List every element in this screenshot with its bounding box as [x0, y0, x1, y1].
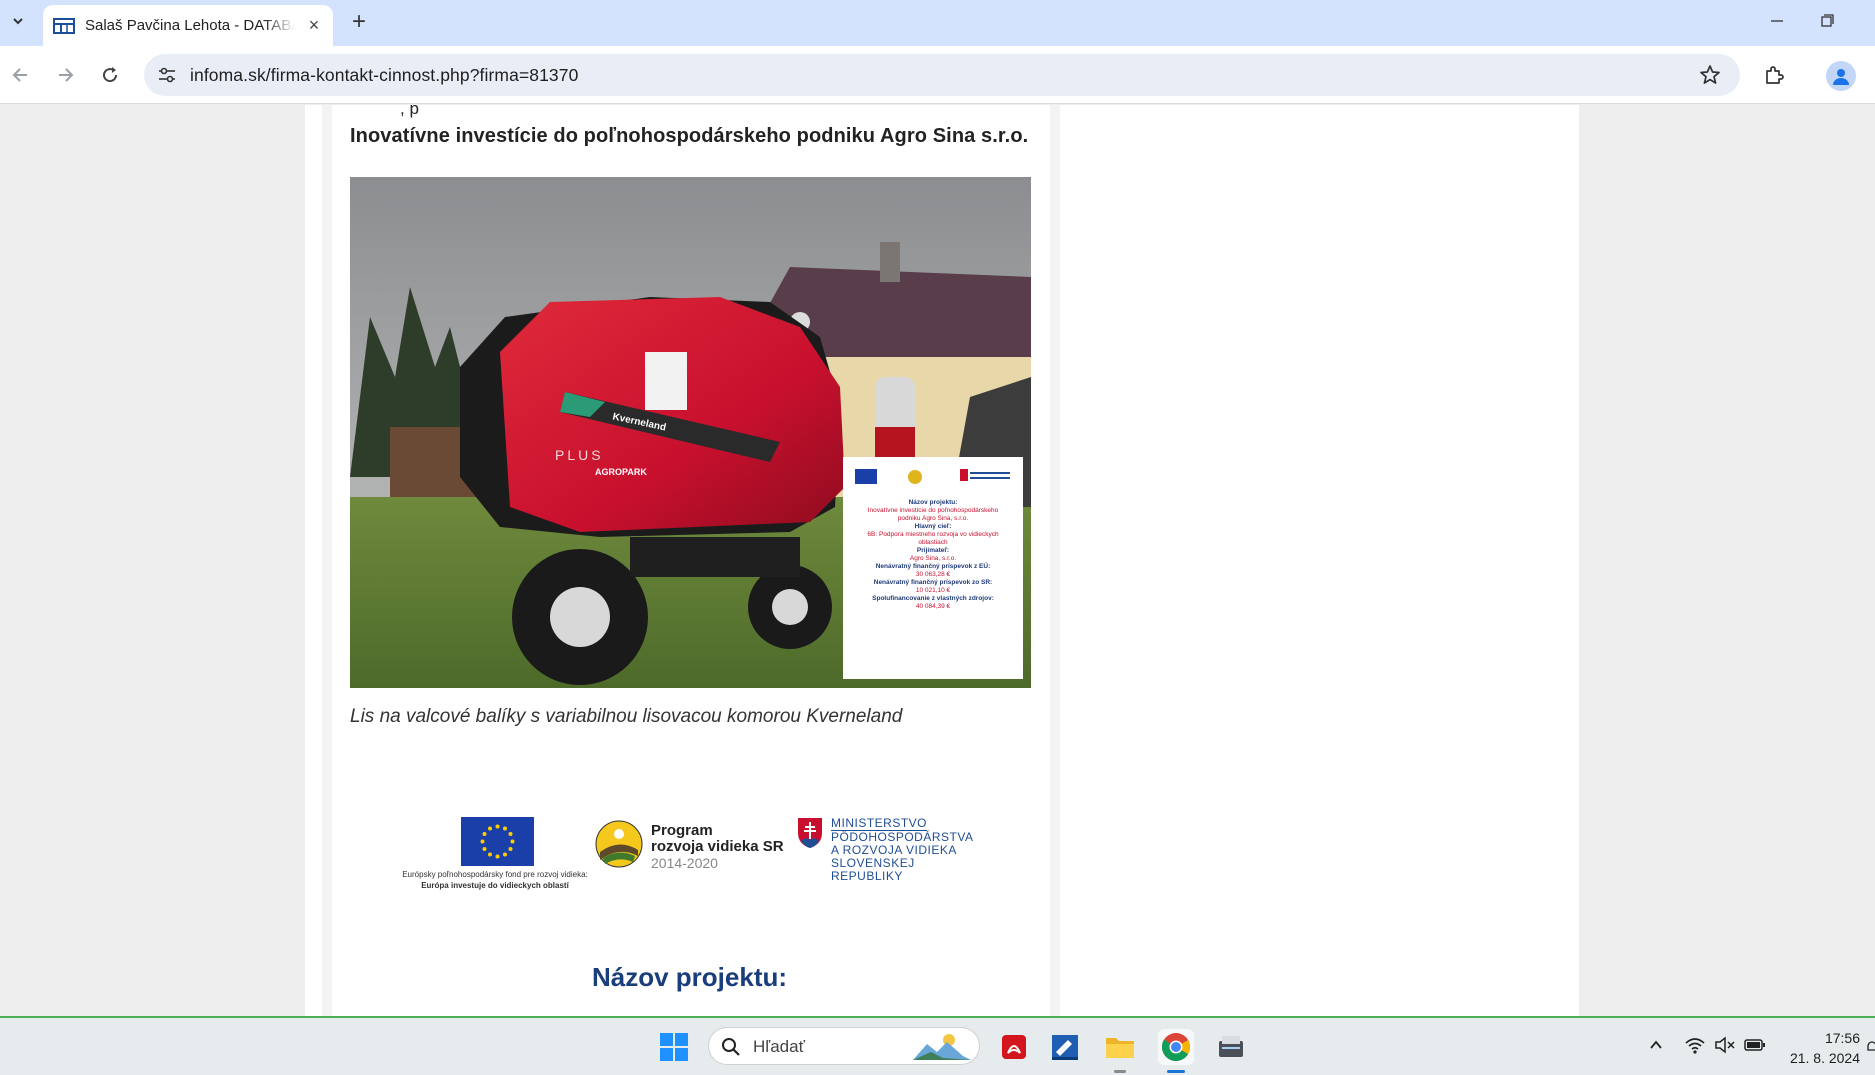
clock[interactable]: 17:56 21. 8. 2024: [1780, 1028, 1860, 1068]
reload-button[interactable]: [97, 62, 123, 88]
ministry-line4: SLOVENSKEJ REPUBLIKY: [831, 856, 915, 883]
eu-fund-line1: Európsky poľnohospodársky fond pre rozvo…: [402, 870, 588, 879]
running-indicator: [1114, 1070, 1126, 1073]
machine-model-label: PLUS: [555, 447, 604, 463]
clock-time: 17:56: [1824, 1030, 1860, 1046]
eu-fund-text: Európsky poľnohospodársky fond pre rozvo…: [400, 869, 590, 891]
pdf-reader-icon: [1002, 1035, 1026, 1059]
poster-sr-label: Nenávratný finančný príspevok zo SR:: [873, 579, 993, 586]
back-button[interactable]: [8, 62, 34, 88]
rural-program-text: Program rozvoja vidieka SR 2014-2020: [651, 822, 784, 872]
address-bar[interactable]: infoma.sk/firma-kontakt-cinnost.php?firm…: [144, 54, 1740, 96]
clock-date: 21. 8. 2024: [1789, 1050, 1860, 1066]
profile-button[interactable]: [1826, 61, 1856, 91]
wifi-icon[interactable]: [1684, 1035, 1706, 1055]
forward-button[interactable]: [52, 62, 78, 88]
photo-caption: Lis na valcové balíky s variabilnou liso…: [350, 706, 903, 727]
eu-flag-icon: [461, 817, 534, 866]
chevron-down-icon: [13, 18, 23, 25]
previous-text-fragment: , p: [400, 105, 419, 118]
database-favicon-icon: [53, 17, 75, 34]
funding-logos: Európsky poľnohospodársky fond pre rozvo…: [380, 805, 980, 915]
article-title: Inovatívne investície do poľnohospodársk…: [350, 125, 1029, 147]
ministry-text: MINISTERSTVO PÔDOHOSPODÁRSTVA A ROZVOJA …: [831, 817, 980, 883]
url-text[interactable]: infoma.sk/firma-kontakt-cinnost.php?firm…: [190, 65, 578, 86]
ministry-line1: MINISTERSTVO: [831, 816, 928, 831]
arrow-right-icon: [59, 68, 74, 82]
taskbar-search-placeholder: Hľadať: [753, 1037, 805, 1056]
document-app-icon: [1052, 1035, 1078, 1060]
site-info-button[interactable]: [154, 63, 180, 87]
rural-program-logo-icon: [595, 820, 643, 868]
star-icon[interactable]: [1698, 63, 1722, 87]
taskbar-scanner[interactable]: [1213, 1029, 1249, 1065]
rural-program-years: 2014-2020: [651, 855, 718, 871]
scanner-icon: [1219, 1036, 1243, 1057]
reload-icon: [103, 67, 118, 83]
poster-recipient-value: Agro Sina, s.r.o.: [909, 555, 957, 562]
project-poster: Názov projektu: Inovatívne investície do…: [843, 499, 1023, 611]
extensions-icon[interactable]: [1762, 63, 1786, 87]
search-highlight-icon: [913, 1034, 971, 1060]
eu-fund-line2: Európa investuje do vidieckych oblastí: [421, 881, 569, 890]
rural-program-line2: rozvoja vidieka SR: [651, 838, 784, 855]
slovak-coat-of-arms-icon: [798, 818, 822, 848]
dealer-label: AGROPARK: [595, 467, 647, 477]
baler-photo: Kverneland PLUS AGROPARK Názov projektu:…: [350, 177, 1031, 688]
active-indicator: [1167, 1070, 1185, 1073]
tray-chevron-up-icon[interactable]: [1647, 1036, 1665, 1054]
minimize-icon[interactable]: [1762, 10, 1792, 32]
taskbar-file-explorer[interactable]: [1102, 1029, 1138, 1073]
poster-name-label: Názov projektu:: [908, 499, 958, 506]
folder-icon: [1106, 1038, 1134, 1058]
poster-own-value: 40 084,39 €: [915, 603, 951, 610]
rural-program-line1: Program: [651, 822, 713, 839]
taskbar-editor[interactable]: [1047, 1029, 1083, 1065]
battery-icon[interactable]: [1744, 1037, 1766, 1053]
web-page: , p Inovatívne investície do poľnohospod…: [0, 105, 1875, 1016]
poster-own-label: Spolufinancovanie z vlastných zdrojov:: [872, 595, 994, 602]
browser-toolbar: infoma.sk/firma-kontakt-cinnost.php?firm…: [0, 46, 1875, 104]
tab-close-icon[interactable]: ×: [305, 15, 323, 35]
tab-search-button[interactable]: [6, 8, 30, 34]
tune-icon: [159, 67, 175, 83]
avatar-icon: [1833, 69, 1849, 85]
tab-active[interactable]: Salaš Pavčina Lehota - DATABÁZA ×: [43, 5, 333, 46]
tab-title: Salaš Pavčina Lehota - DATABÁZA: [85, 17, 295, 34]
tab-strip: Salaš Pavčina Lehota - DATABÁZA × +: [0, 0, 1875, 46]
column-divider: [322, 105, 332, 1016]
restore-icon[interactable]: [1812, 10, 1842, 32]
chrome-icon: [1161, 1033, 1190, 1061]
poster-sr-value: 10 021,10 €: [915, 587, 951, 594]
poster-goal-label: Hlavný cieľ:: [914, 523, 952, 530]
taskbar-chrome[interactable]: [1158, 1029, 1194, 1073]
new-tab-button[interactable]: +: [346, 8, 372, 35]
arrow-left-icon: [12, 68, 27, 82]
poster-eu-value: 30 063,28 €: [915, 571, 951, 578]
poster-name-value: Inovatívne investície do poľnohospodársk…: [867, 507, 999, 522]
windows-start-icon[interactable]: [660, 1033, 688, 1061]
notification-bell-icon[interactable]: [1866, 1040, 1875, 1054]
taskbar-acrobat[interactable]: [996, 1029, 1032, 1065]
poster-recipient-label: Prijímateľ:: [916, 547, 950, 554]
taskbar: Hľadať 17:56 21. 8. 2024: [0, 1016, 1875, 1075]
taskbar-search-box[interactable]: Hľadať: [708, 1027, 980, 1065]
column-divider: [1050, 105, 1060, 1016]
volume-muted-icon[interactable]: [1714, 1035, 1736, 1055]
search-icon: [722, 1038, 740, 1056]
photo-illustration: [350, 177, 1031, 688]
project-name-heading: Názov projektu:: [592, 962, 788, 992]
poster-eu-label: Nenávratný finančný príspevok z EÚ:: [875, 563, 991, 570]
poster-goal-value: 6B: Podpora miestneho rozvoja vo vidieck…: [867, 531, 999, 546]
